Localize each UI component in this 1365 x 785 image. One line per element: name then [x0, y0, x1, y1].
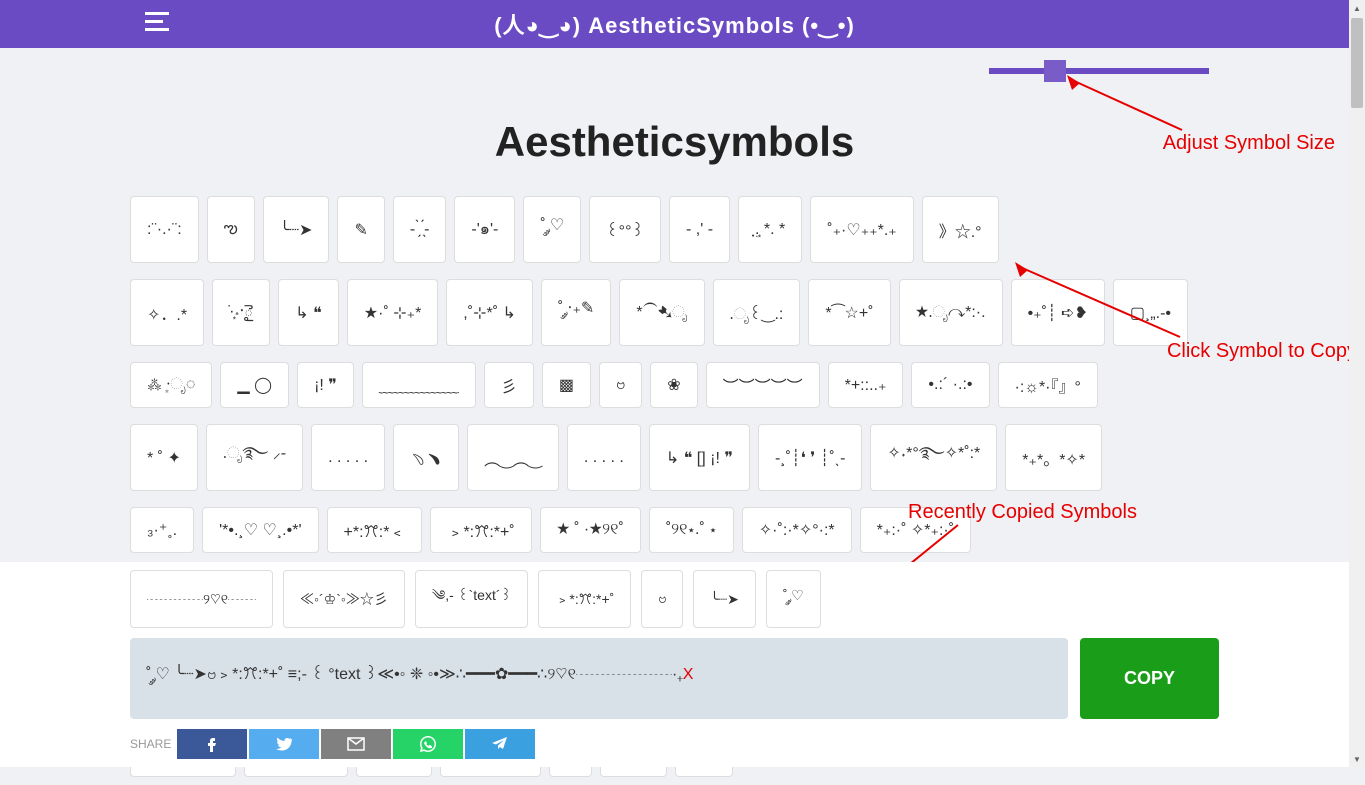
recent-symbol-box[interactable]: ╰┈➤ — [693, 570, 756, 628]
symbol-box[interactable]: ★ ˚ ·★୨୧˚ — [540, 507, 641, 553]
symbol-box[interactable]: ★.ೃ↷*:·. — [899, 279, 1003, 346]
recent-symbol-box[interactable]: ˚ ༘♡ — [766, 570, 821, 628]
scrollbar-down-arrow[interactable]: ▼ — [1349, 751, 1365, 767]
symbol-box[interactable]: ▢¸„.-• — [1113, 279, 1188, 346]
recent-symbol-box[interactable]: ဗ — [641, 570, 683, 628]
share-twitter-button[interactable] — [249, 729, 319, 759]
symbol-box[interactable]: ˚୨୧⋆.˚ ⋆ — [649, 507, 734, 553]
recent-symbol-box[interactable]: ༄,- ꒰`text´꒱ — [415, 570, 529, 628]
symbol-box[interactable]: ˚ ༘♡ — [523, 196, 581, 263]
copy-input[interactable]: ˚ ༘♡ ╰┈➤ဗ﹥*:ꔫ:*+˚ ≡;- ꒰ °text ꒱≪•◦ ❈ ◦•≫… — [130, 638, 1068, 719]
recent-symbol-box[interactable]: ﹥*:ꔫ:*+˚ — [538, 570, 631, 628]
slider-thumb[interactable] — [1044, 60, 1066, 82]
scrollbar-up-arrow[interactable]: ▲ — [1349, 0, 1365, 16]
page-title: Aestheticsymbols — [130, 118, 1219, 166]
symbol-box[interactable]: *₊:·˚ ✧*₊:·˚ — [860, 507, 971, 553]
symbol-box[interactable]: 彡 — [484, 362, 534, 408]
site-title: (人◕‿◕) AestheticSymbols (•‿•) — [494, 8, 855, 40]
copy-text: ˚ ༘♡ ╰┈➤ဗ﹥*:ꔫ:*+˚ ≡;- ꒰ °text ꒱≪•◦ ❈ ◦•≫… — [146, 666, 683, 683]
symbol-box[interactable]: - ,' - — [669, 196, 730, 263]
scrollbar-thumb[interactable] — [1351, 18, 1363, 108]
symbol-box[interactable]: ꒰°°꒱ — [589, 196, 661, 263]
symbol-box[interactable]: :¨·.·¨: — [130, 196, 199, 263]
symbol-box[interactable]: ·:☼*·『』° — [998, 362, 1098, 408]
symbol-box[interactable]: *⁀➷ೃ — [619, 279, 704, 346]
slider-track[interactable] — [989, 68, 1209, 74]
size-slider[interactable] — [989, 68, 1209, 74]
symbol-box[interactable]: .ೃ࿐ ⸝- — [206, 424, 303, 491]
share-label: SHARE — [130, 737, 171, 751]
symbol-box[interactable]: *+::..₊ — [828, 362, 904, 408]
symbol-box[interactable]: . . . . . — [311, 424, 385, 491]
symbol-box[interactable]: ˚ ༘‧₊✎ — [541, 279, 611, 346]
symbol-box[interactable]: ˚₊·♡₊₊*.₊ — [810, 196, 913, 263]
symbol-box[interactable]: *⁀☆+˚ — [808, 279, 890, 346]
share-whatsapp-button[interactable] — [393, 729, 463, 759]
menu-icon[interactable] — [145, 12, 173, 37]
symbol-box[interactable]: ↳ ❝ [] ¡! ❞ — [649, 424, 750, 491]
symbol-box[interactable]: ₃·⁺˳. — [130, 507, 194, 553]
share-telegram-button[interactable] — [465, 729, 535, 759]
symbol-box[interactable]: ¡! ❞ — [297, 362, 354, 408]
symbol-box[interactable]: ﹥*:ꔫ:*+˚ — [430, 507, 531, 553]
symbol-box[interactable]: ฺ࣭. ͙*. * — [738, 196, 802, 263]
symbol-box[interactable]: ﹏﹏﹏﹏﹏ — [362, 362, 476, 408]
share-facebook-button[interactable] — [177, 729, 247, 759]
symbol-box[interactable]: ဗ — [599, 362, 642, 408]
symbol-box[interactable]: ︵‿︵‿ — [467, 424, 559, 491]
symbol-box[interactable]: ,˚⊹*˚ ↳ — [446, 279, 533, 346]
symbol-box[interactable]: ╰┈➤ — [263, 196, 330, 263]
symbol-box[interactable]: ✧˖*°࿐✧*˚:* — [870, 424, 997, 491]
share-row: SHARE — [130, 729, 1219, 759]
symbol-box[interactable]: ⁂ ·͙ೃ◌ — [130, 362, 212, 408]
symbol-box[interactable]: ▁ ◯ — [220, 362, 289, 408]
recent-symbol-box[interactable]: ≪◦´♔`◦≫☆彡 — [283, 570, 405, 628]
copy-button[interactable]: COPY — [1080, 638, 1219, 719]
symbol-box[interactable]: +*:ꔫ:*﹤ — [327, 507, 423, 553]
symbol-box[interactable]: * ˚ ✦ — [130, 424, 198, 491]
symbol-box[interactable]: ▩ — [542, 362, 591, 408]
symbol-box[interactable]: ఌ︎ — [207, 196, 255, 263]
symbol-box[interactable]: ❀ — [650, 362, 697, 408]
symbol-box[interactable]: ﹆﹅ — [393, 424, 459, 491]
scrollbar[interactable]: ▲ ▼ — [1349, 0, 1365, 767]
recent-symbol-box[interactable]: ┈┈┈┈୨♡୧┈┈ — [130, 570, 273, 628]
symbol-box[interactable]: - ̗̀ ̖́- — [393, 196, 447, 263]
symbol-box[interactable]: .ೃ꒰‿.: — [713, 279, 801, 346]
clear-icon[interactable]: X — [683, 666, 694, 683]
symbol-box[interactable]: ̇·͙˔·ై — [212, 279, 270, 346]
symbol-box[interactable]: ✧·˚:·*✧°·:* — [742, 507, 852, 553]
symbol-box[interactable]: -¸˚┊❛ ❜ ┊˚ˎ- — [758, 424, 862, 491]
symbol-box[interactable]: . . . . . — [567, 424, 641, 491]
symbol-box[interactable]: 》☆.° — [922, 196, 999, 263]
symbol-box[interactable]: '*•.¸♡ ♡¸.•*' — [202, 507, 318, 553]
symbol-box[interactable]: ★·˚ ⊹₊* — [347, 279, 439, 346]
symbol-box[interactable]: ↳ ❝ — [278, 279, 338, 346]
symbol-box[interactable]: *₊*。*✧* — [1005, 424, 1102, 491]
symbol-box[interactable]: •.:´ ·.:• — [911, 362, 989, 408]
symbol-box[interactable]: ︶︶︶︶︶ — [706, 362, 820, 408]
share-email-button[interactable] — [321, 729, 391, 759]
symbol-box[interactable]: •₊˚┊ ➪❥ — [1011, 279, 1105, 346]
symbol-box[interactable]: ✎ — [337, 196, 384, 263]
symbol-box[interactable]: ✧．.* — [130, 279, 204, 346]
copy-row: ˚ ༘♡ ╰┈➤ဗ﹥*:ꔫ:*+˚ ≡;- ꒰ °text ꒱≪•◦ ❈ ◦•≫… — [130, 638, 1219, 719]
bottom-panel: ┈┈┈┈୨♡୧┈┈≪◦´♔`◦≫☆彡༄,- ꒰`text´꒱﹥*:ꔫ:*+˚ဗ╰… — [0, 562, 1349, 767]
symbol-box[interactable]: -'๑'- — [454, 196, 515, 263]
header: (人◕‿◕) AestheticSymbols (•‿•) — [0, 0, 1349, 48]
recent-row: ┈┈┈┈୨♡୧┈┈≪◦´♔`◦≫☆彡༄,- ꒰`text´꒱﹥*:ꔫ:*+˚ဗ╰… — [130, 570, 1219, 628]
